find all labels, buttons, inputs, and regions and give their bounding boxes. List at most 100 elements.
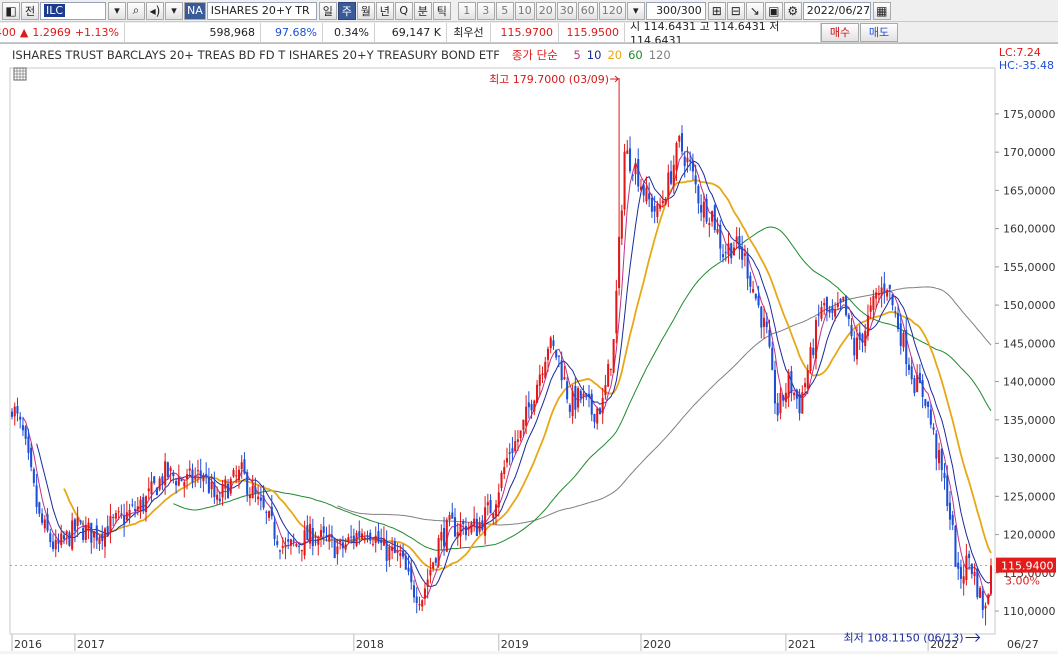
sell-button[interactable]: 매도	[860, 22, 898, 42]
min-arrow-icon	[965, 633, 981, 642]
candle-body	[467, 527, 470, 530]
buy-button[interactable]: 매수	[821, 22, 859, 42]
candle-body	[486, 502, 489, 506]
candle-body	[661, 200, 664, 204]
period-tab[interactable]: 년	[375, 1, 394, 20]
calendar-icon[interactable]: ▦	[872, 1, 891, 20]
candle-body	[27, 436, 30, 453]
interval-button[interactable]: 10	[514, 1, 535, 20]
chart-title: ISHARES TRUST BARCLAYS 20+ TREAS BD FD T…	[12, 48, 500, 62]
candle-body	[869, 305, 872, 312]
candle-body	[84, 524, 87, 540]
candle-body	[525, 406, 528, 426]
candle-body	[49, 533, 52, 542]
candle-body	[894, 311, 897, 313]
candle-body	[311, 528, 314, 546]
candle-body	[317, 538, 320, 545]
period-tab[interactable]: 일	[318, 1, 337, 20]
interval-button[interactable]: 60	[577, 1, 598, 20]
candle-body	[905, 330, 908, 364]
speaker-dropdown-icon[interactable]: ▾	[165, 1, 183, 20]
candle-body	[93, 531, 96, 538]
candle-body	[314, 541, 317, 543]
period-tab[interactable]: 월	[356, 1, 375, 20]
candle-body	[213, 482, 216, 497]
candle-body	[773, 369, 776, 404]
candle-body	[235, 475, 238, 477]
price-change-cell: 115.9400 ▲ 1.2969 +1.13%	[0, 22, 125, 42]
interval-button[interactable]: 30	[556, 1, 577, 20]
candle-body	[207, 477, 210, 493]
interval-button[interactable]: 3	[476, 1, 495, 20]
candle-body	[828, 309, 831, 313]
candle-body	[913, 378, 916, 394]
candle-body	[984, 605, 987, 609]
candle-body	[254, 487, 257, 495]
interval-button[interactable]: 120	[598, 1, 626, 20]
candle-body	[155, 487, 158, 496]
candle-body	[10, 411, 14, 417]
interval-button[interactable]: 5	[495, 1, 514, 20]
window-icon[interactable]: ◧	[2, 1, 20, 20]
candle-body	[344, 544, 347, 550]
candle-body	[43, 519, 46, 529]
candle-body	[142, 497, 145, 512]
candle-body	[169, 467, 172, 472]
candle-body	[563, 377, 566, 380]
candle-body	[749, 275, 752, 287]
y-tick-label: 135,0000	[1003, 414, 1056, 427]
candle-body	[850, 324, 853, 337]
candle-body	[981, 591, 984, 610]
candle-body	[229, 478, 232, 494]
candle-body	[987, 594, 990, 604]
candle-body	[752, 288, 755, 293]
candle-body	[940, 448, 943, 471]
candle-body	[738, 236, 741, 250]
interval-button[interactable]: 20	[535, 1, 556, 20]
candle-body	[888, 284, 891, 289]
candle-body	[776, 402, 779, 416]
candle-body	[218, 498, 221, 502]
candle-body	[382, 538, 385, 546]
candle-body	[544, 361, 547, 379]
interval-button[interactable]: 1	[457, 1, 476, 20]
candle-body	[932, 427, 935, 430]
ma-legend-item: 5	[573, 48, 581, 62]
candle-body	[278, 550, 282, 552]
candle-body	[432, 562, 435, 569]
candle-body	[276, 541, 279, 545]
candle-body	[90, 522, 93, 543]
period-tab[interactable]: 틱	[432, 1, 451, 20]
candle-body	[538, 374, 541, 386]
candle-body	[620, 210, 623, 239]
speaker-icon[interactable]: ◂)	[146, 1, 164, 20]
candle-body	[41, 513, 44, 523]
period-tab[interactable]: 분	[413, 1, 432, 20]
candle-body	[38, 502, 41, 514]
candle-body	[916, 374, 919, 393]
candle-body	[705, 198, 708, 222]
candle-body	[648, 193, 651, 200]
candle-body	[489, 499, 492, 514]
candle-body	[144, 496, 148, 513]
candle-body	[872, 295, 875, 310]
candle-body	[590, 393, 593, 415]
candle-body	[713, 205, 716, 230]
period-tab[interactable]: Q	[394, 1, 413, 20]
code-input[interactable]: ILC	[40, 1, 106, 20]
y-tick-label: 130,0000	[1003, 452, 1056, 465]
code-dropdown-icon[interactable]: ▾	[108, 1, 126, 20]
jeon-button[interactable]: 전	[21, 1, 39, 20]
candle-body	[500, 472, 503, 488]
candle-body	[101, 533, 104, 541]
candle-body	[259, 497, 262, 501]
plot-area	[9, 67, 996, 635]
period-tab[interactable]: 주	[337, 1, 356, 20]
candle-body	[347, 537, 350, 542]
chart-panel[interactable]: 110,0000 115,0000 120,0000 125,0000 130,0000…	[0, 43, 1058, 651]
search-icon[interactable]: ⌕	[127, 1, 145, 20]
candle-body	[177, 476, 180, 486]
candle-body	[166, 462, 169, 477]
candle-body	[388, 546, 391, 561]
price-chart[interactable]: 110,0000115,0000120,0000125,0000130,0000…	[0, 44, 1058, 651]
